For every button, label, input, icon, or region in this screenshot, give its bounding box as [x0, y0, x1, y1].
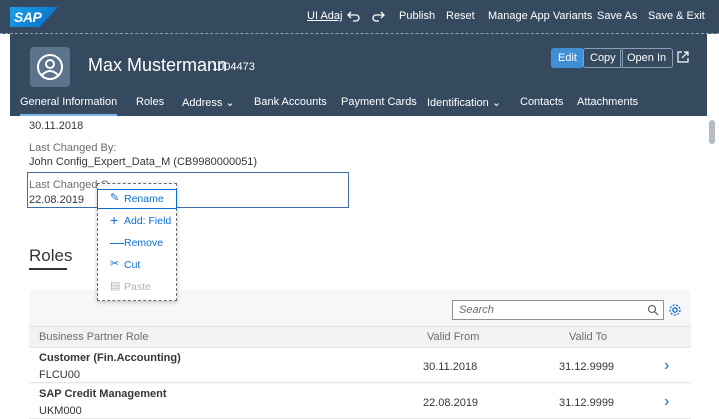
search-input[interactable]: Search — [452, 300, 664, 320]
row-role: SAP Credit Management — [39, 388, 167, 400]
roles-section-title: Roles — [29, 246, 73, 265]
minus-icon: — — [110, 234, 124, 250]
tab-payment-cards[interactable]: Payment Cards — [341, 96, 417, 108]
edit-button[interactable]: Edit — [551, 48, 584, 68]
sap-logo-text: SAP — [14, 9, 42, 25]
chevron-down-icon: ⌄ — [225, 97, 235, 109]
save-exit-button[interactable]: Save & Exit — [648, 10, 705, 22]
tab-contacts[interactable]: Contacts — [520, 96, 563, 108]
row-valid-to: 31.12.9999 — [559, 361, 615, 373]
menu-item-rename[interactable]: ✎ Rename — [97, 189, 177, 209]
menu-item-label: Paste — [124, 281, 151, 293]
shell-bar: SAP UI Adaj Publish Reset Manage App Var… — [0, 0, 719, 34]
tab-identification-label: Identification — [427, 97, 489, 109]
reset-button[interactable]: Reset — [446, 10, 475, 22]
column-header-role: Business Partner Role — [39, 331, 149, 343]
chevron-right-icon[interactable]: › — [664, 357, 669, 375]
last-changed-by-value: John Config_Expert_Data_M (CB9980000051) — [29, 156, 258, 168]
column-header-valid-to: Valid To — [569, 331, 608, 343]
search-placeholder: Search — [459, 304, 494, 316]
sap-logo: SAP — [10, 7, 58, 27]
object-id: 1004473 — [212, 61, 255, 73]
column-header-valid-from: Valid From — [427, 331, 480, 343]
share-icon[interactable] — [676, 50, 692, 66]
menu-item-label: Rename — [124, 193, 164, 205]
search-icon[interactable] — [647, 304, 659, 316]
plus-icon: + — [110, 212, 119, 228]
menu-item-label: Add: Field — [124, 215, 172, 227]
menu-item-paste[interactable]: ▤ Paste — [98, 278, 176, 296]
person-icon — [37, 54, 63, 80]
row-valid-from: 22.08.2019 — [423, 397, 479, 409]
context-menu: ✎ Rename + Add: Field — Remove ✂ Cut ▤ P… — [97, 183, 177, 301]
chevron-right-icon[interactable]: › — [664, 393, 669, 411]
last-changed-by-label: Last Changed By: — [29, 142, 117, 154]
chevron-down-icon: ⌄ — [491, 97, 502, 109]
menu-item-cut[interactable]: ✂ Cut — [98, 256, 176, 274]
tab-attachments[interactable]: Attachments — [577, 96, 638, 108]
paste-icon: ▤ — [110, 280, 121, 292]
created-on-value: 30.11.2018 — [29, 120, 84, 132]
menu-item-label: Remove — [124, 237, 164, 249]
tab-general-information[interactable]: General Information — [20, 96, 118, 116]
scrollbar[interactable] — [709, 120, 715, 144]
manage-app-variants-button[interactable]: Manage App Variants — [488, 10, 592, 22]
row-valid-to: 31.12.9999 — [559, 397, 615, 409]
copy-button[interactable]: Copy — [583, 48, 623, 68]
redo-icon[interactable] — [370, 8, 386, 24]
row-code: FLCU00 — [39, 369, 80, 381]
menu-item-remove[interactable]: — Remove — [98, 234, 176, 252]
last-changed-on-value: 22.08.2019 — [29, 194, 85, 206]
menu-item-label: Cut — [124, 259, 141, 271]
scissors-icon: ✂ — [110, 258, 120, 270]
open-in-button[interactable]: Open In — [620, 48, 674, 68]
row-valid-from: 30.11.2018 — [423, 361, 478, 373]
tab-address[interactable]: Address ⌄ — [182, 96, 235, 109]
settings-icon[interactable] — [668, 303, 682, 317]
save-as-button[interactable]: Save As — [597, 10, 637, 22]
row-code: UKM000 — [39, 405, 82, 417]
ui-adapt-button[interactable]: UI Adaj — [307, 10, 342, 22]
tab-identification[interactable]: Identification ⌄ — [427, 96, 501, 109]
row-role: Customer (Fin.Accounting) — [39, 352, 181, 364]
roles-title-underline — [29, 268, 67, 270]
object-title: Max Mustermann — [88, 55, 228, 75]
avatar — [30, 47, 70, 87]
undo-icon[interactable] — [346, 8, 362, 24]
publish-button[interactable]: Publish — [399, 10, 435, 22]
tab-roles[interactable]: Roles — [136, 96, 164, 108]
tab-bank-accounts[interactable]: Bank Accounts — [254, 96, 327, 108]
tab-address-label: Address — [182, 97, 223, 109]
pencil-icon: ✎ — [110, 192, 120, 204]
menu-item-add-field[interactable]: + Add: Field — [98, 212, 176, 230]
